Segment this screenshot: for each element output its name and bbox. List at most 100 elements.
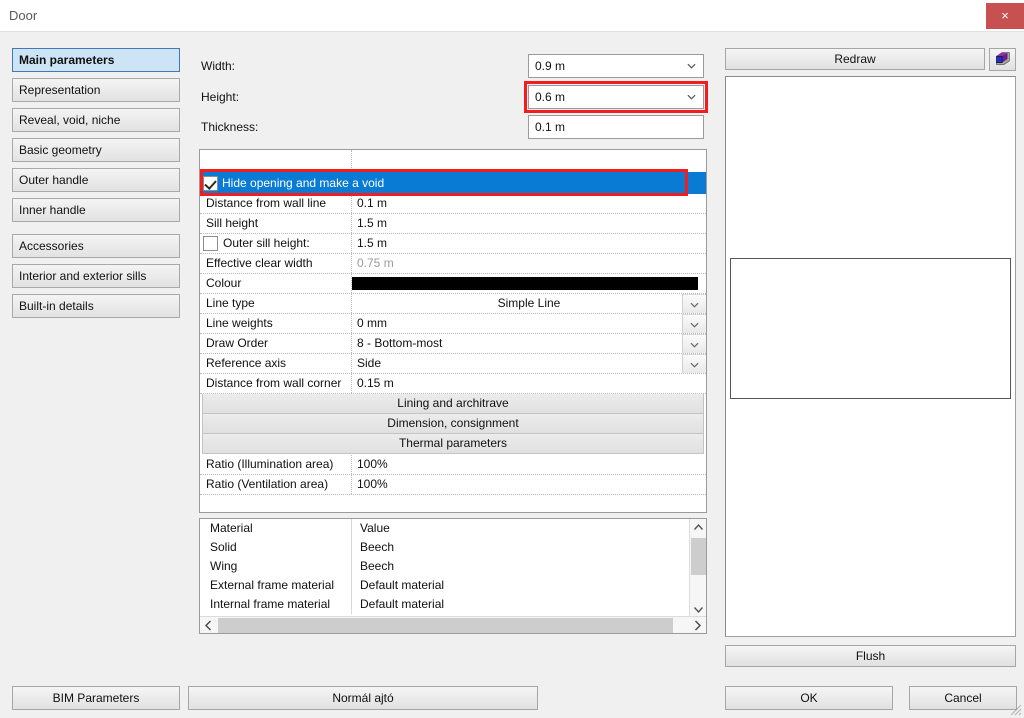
width-combo[interactable]: 0.9 m [528,54,704,78]
material-value[interactable]: Beech [352,538,706,557]
thickness-input[interactable]: 0.1 m [528,115,704,139]
param-name: Ratio (Ventilation area) [200,475,352,494]
table-row-hide-opening[interactable]: Hide opening and make a void [200,172,706,194]
sidebar-item-built-in-details[interactable]: Built-in details [12,294,180,318]
table-row-ratio-illumination[interactable]: Ratio (Illumination area) 100% [200,455,706,475]
table-row[interactable]: Distance from wall line 0.1 m [200,194,706,214]
param-value[interactable]: 8 - Bottom-most [352,334,706,353]
param-value: 0.75 m [352,254,706,273]
blank-name [200,150,352,172]
sidebar-item-inner-handle[interactable]: Inner handle [12,198,180,222]
material-list-vertical-scrollbar[interactable] [689,519,706,618]
table-row-blank [200,150,706,172]
param-name: Outer sill height: [223,234,310,253]
thickness-label: Thickness: [201,120,258,134]
table-row-line-type[interactable]: Line type Simple Line [200,294,706,314]
parameter-table: Hide opening and make a void Distance fr… [199,149,707,513]
section-dimension-consignment[interactable]: Dimension, consignment [202,414,704,434]
chevron-down-icon [690,322,699,328]
width-label: Width: [201,59,235,73]
height-combo[interactable]: 0.6 m [528,85,704,109]
section-lining-and-architrave[interactable]: Lining and architrave [202,394,704,414]
draw-order-dropdown[interactable] [682,334,706,353]
line-weights-dropdown[interactable] [682,314,706,333]
width-value: 0.9 m [535,59,565,73]
flush-button[interactable]: Flush [725,645,1016,667]
sidebar-item-representation[interactable]: Representation [12,78,180,102]
param-value[interactable]: 1.5 m [352,214,706,233]
bim-parameters-button[interactable]: BIM Parameters [12,686,180,710]
param-name: Ratio (Illumination area) [200,455,352,474]
cancel-button[interactable]: Cancel [909,686,1017,710]
resize-grip-icon[interactable] [1009,703,1022,716]
list-item[interactable]: Internal frame material Default material [200,595,706,614]
table-row[interactable]: Distance from wall corner 0.15 m [200,374,706,394]
sidebar-item-outer-handle[interactable]: Outer handle [12,168,180,192]
table-row-draw-order[interactable]: Draw Order 8 - Bottom-most [200,334,706,354]
sidebar-tab-strip: Main parameters Representation Reveal, v… [12,48,180,324]
material-name: Internal frame material [200,595,352,614]
chevron-down-icon [687,63,696,69]
param-value[interactable]: 100% [352,475,706,494]
redraw-button[interactable]: Redraw [725,48,985,70]
param-name: Distance from wall line [200,194,352,213]
sidebar-item-reveal-void-niche[interactable]: Reveal, void, niche [12,108,180,132]
table-row[interactable]: Sill height 1.5 m [200,214,706,234]
list-item[interactable]: Wing Beech [200,557,706,576]
param-name: Reference axis [200,354,352,373]
height-value: 0.6 m [535,90,565,104]
thickness-value: 0.1 m [535,120,565,134]
sidebar-item-accessories[interactable]: Accessories [12,234,180,258]
chevron-down-icon [690,362,699,368]
param-value[interactable]: 1.5 m [352,234,706,253]
sidebar-item-interior-exterior-sills[interactable]: Interior and exterior sills [12,264,180,288]
door-preview-outline [730,258,1011,399]
material-value[interactable]: Beech [352,557,706,576]
param-value[interactable]: 0 mm [352,314,706,333]
scroll-thumb-horizontal[interactable] [218,618,673,633]
table-row-ratio-ventilation[interactable]: Ratio (Ventilation area) 100% [200,475,706,495]
sidebar-item-basic-geometry[interactable]: Basic geometry [12,138,180,162]
section-thermal-parameters[interactable]: Thermal parameters [202,434,704,454]
material-header-value: Value [352,519,706,538]
chevron-right-icon[interactable] [689,617,706,634]
outer-sill-height-checkbox[interactable] [203,236,218,251]
param-value[interactable]: 100% [352,455,706,474]
ok-button[interactable]: OK [725,686,893,710]
window-title: Door [9,8,37,23]
chevron-up-icon[interactable] [690,519,707,536]
scroll-thumb-vertical[interactable] [691,538,706,575]
material-name: External frame material [200,576,352,595]
material-value[interactable]: Default material [352,576,706,595]
colour-swatch[interactable] [352,277,698,290]
preset-button[interactable]: Normál ajtó [188,686,538,710]
list-item[interactable]: External frame material Default material [200,576,706,595]
param-value[interactable]: 0.1 m [352,194,706,213]
param-name: Distance from wall corner [200,374,352,393]
line-type-dropdown[interactable] [682,294,706,313]
hide-opening-checkbox[interactable] [203,176,218,191]
param-value[interactable]: Side [352,354,706,373]
param-name: Draw Order [200,334,352,353]
cube-3d-icon[interactable] [989,48,1016,71]
material-name: Solid [200,538,352,557]
param-value[interactable]: 0.15 m [352,374,706,393]
table-row-colour[interactable]: Colour [200,274,706,294]
param-name: Sill height [200,214,352,233]
material-value[interactable]: Default material [352,595,706,614]
chevron-down-icon [690,342,699,348]
param-value[interactable]: Simple Line [352,294,706,313]
table-row-line-weights[interactable]: Line weights 0 mm [200,314,706,334]
hide-opening-label: Hide opening and make a void [222,173,384,194]
chevron-left-icon[interactable] [200,617,217,634]
sidebar-item-main-parameters[interactable]: Main parameters [12,48,180,72]
close-icon[interactable]: × [986,3,1024,29]
material-list-horizontal-scrollbar[interactable] [200,616,706,633]
table-row[interactable]: Outer sill height: 1.5 m [200,234,706,254]
height-label: Height: [201,90,239,104]
reference-axis-dropdown[interactable] [682,354,706,373]
table-row-reference-axis[interactable]: Reference axis Side [200,354,706,374]
chevron-down-icon [687,94,696,100]
list-item[interactable]: Solid Beech [200,538,706,557]
preview-canvas[interactable] [725,76,1016,637]
